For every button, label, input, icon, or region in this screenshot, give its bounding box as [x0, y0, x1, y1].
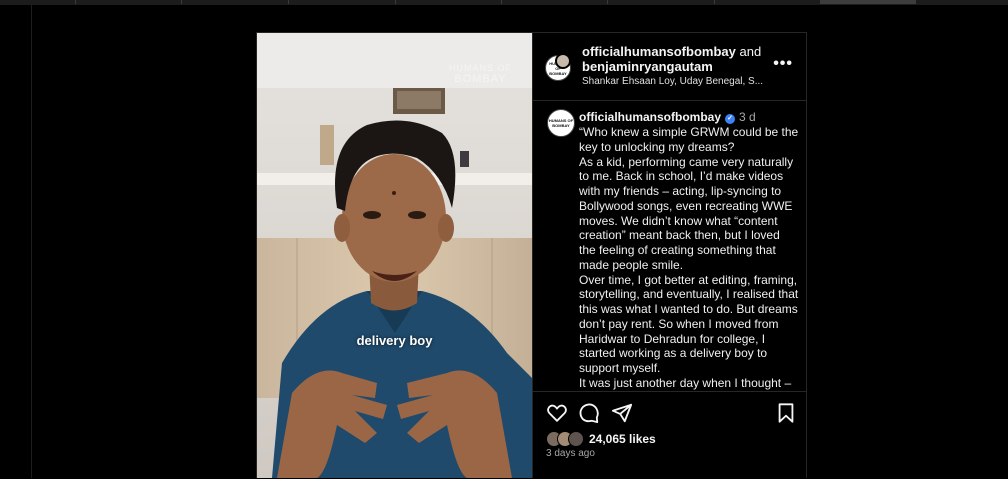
caption-time[interactable]: 3 d: [739, 110, 756, 124]
joiner-text: and: [739, 44, 762, 59]
caption-paragraph: It was just another day when I thought –: [579, 375, 792, 390]
audio-attribution[interactable]: Shankar Ehsaan Loy, Uday Benegal, S...: [582, 76, 772, 87]
liker-avatar[interactable]: [568, 431, 584, 447]
bookmark-icon[interactable]: [775, 402, 797, 424]
caption-section: HUMANS OF BOMBAY officialhumansofbombay ✓…: [533, 101, 807, 391]
share-icon[interactable]: [611, 402, 633, 424]
more-options-icon[interactable]: •••: [773, 55, 793, 73]
caption-text: “Who knew a simple GRWM could be the key…: [579, 125, 799, 391]
post-header: HUMANS OF BOMBAY officialhumansofbombay …: [533, 33, 807, 101]
comment-icon[interactable]: [578, 402, 600, 424]
video-subtitle: delivery boy: [356, 333, 433, 348]
caption-paragraph: “Who knew a simple GRWM could be the key…: [579, 125, 799, 154]
post-date[interactable]: 3 days ago: [546, 448, 595, 459]
caption-paragraph: As a kid, performing came very naturally…: [579, 154, 794, 272]
humans-of-bombay-watermark: HUMANS OF BOMBAY: [449, 63, 512, 86]
account-collab-link[interactable]: benjaminryangautam: [582, 59, 713, 74]
verified-badge-icon: ✓: [725, 114, 736, 124]
post-side-panel: HUMANS OF BOMBAY officialhumansofbombay …: [532, 33, 807, 478]
heart-icon[interactable]: [546, 402, 568, 424]
caption-avatar[interactable]: HUMANS OF BOMBAY: [547, 109, 575, 137]
likes-row: 24,065 likes: [546, 430, 656, 448]
browser-top-strip: [0, 0, 1008, 5]
post-video[interactable]: HUMANS OF BOMBAY delivery boy: [257, 33, 532, 478]
collab-avatar-secondary[interactable]: [555, 53, 571, 69]
post-actions: 24,065 likes 3 days ago: [533, 391, 807, 479]
left-divider: [31, 5, 32, 478]
collab-usernames: officialhumansofbombay and benjaminryang…: [582, 44, 772, 74]
account-primary-link[interactable]: officialhumansofbombay: [582, 44, 736, 59]
caption-header: officialhumansofbombay ✓ 3 d: [579, 110, 756, 124]
video-frame-illustration: [257, 33, 532, 478]
caption-paragraph: Over time, I got better at editing, fram…: [579, 272, 799, 376]
caption-username[interactable]: officialhumansofbombay: [579, 110, 721, 124]
like-count[interactable]: 24,065 likes: [589, 432, 656, 446]
